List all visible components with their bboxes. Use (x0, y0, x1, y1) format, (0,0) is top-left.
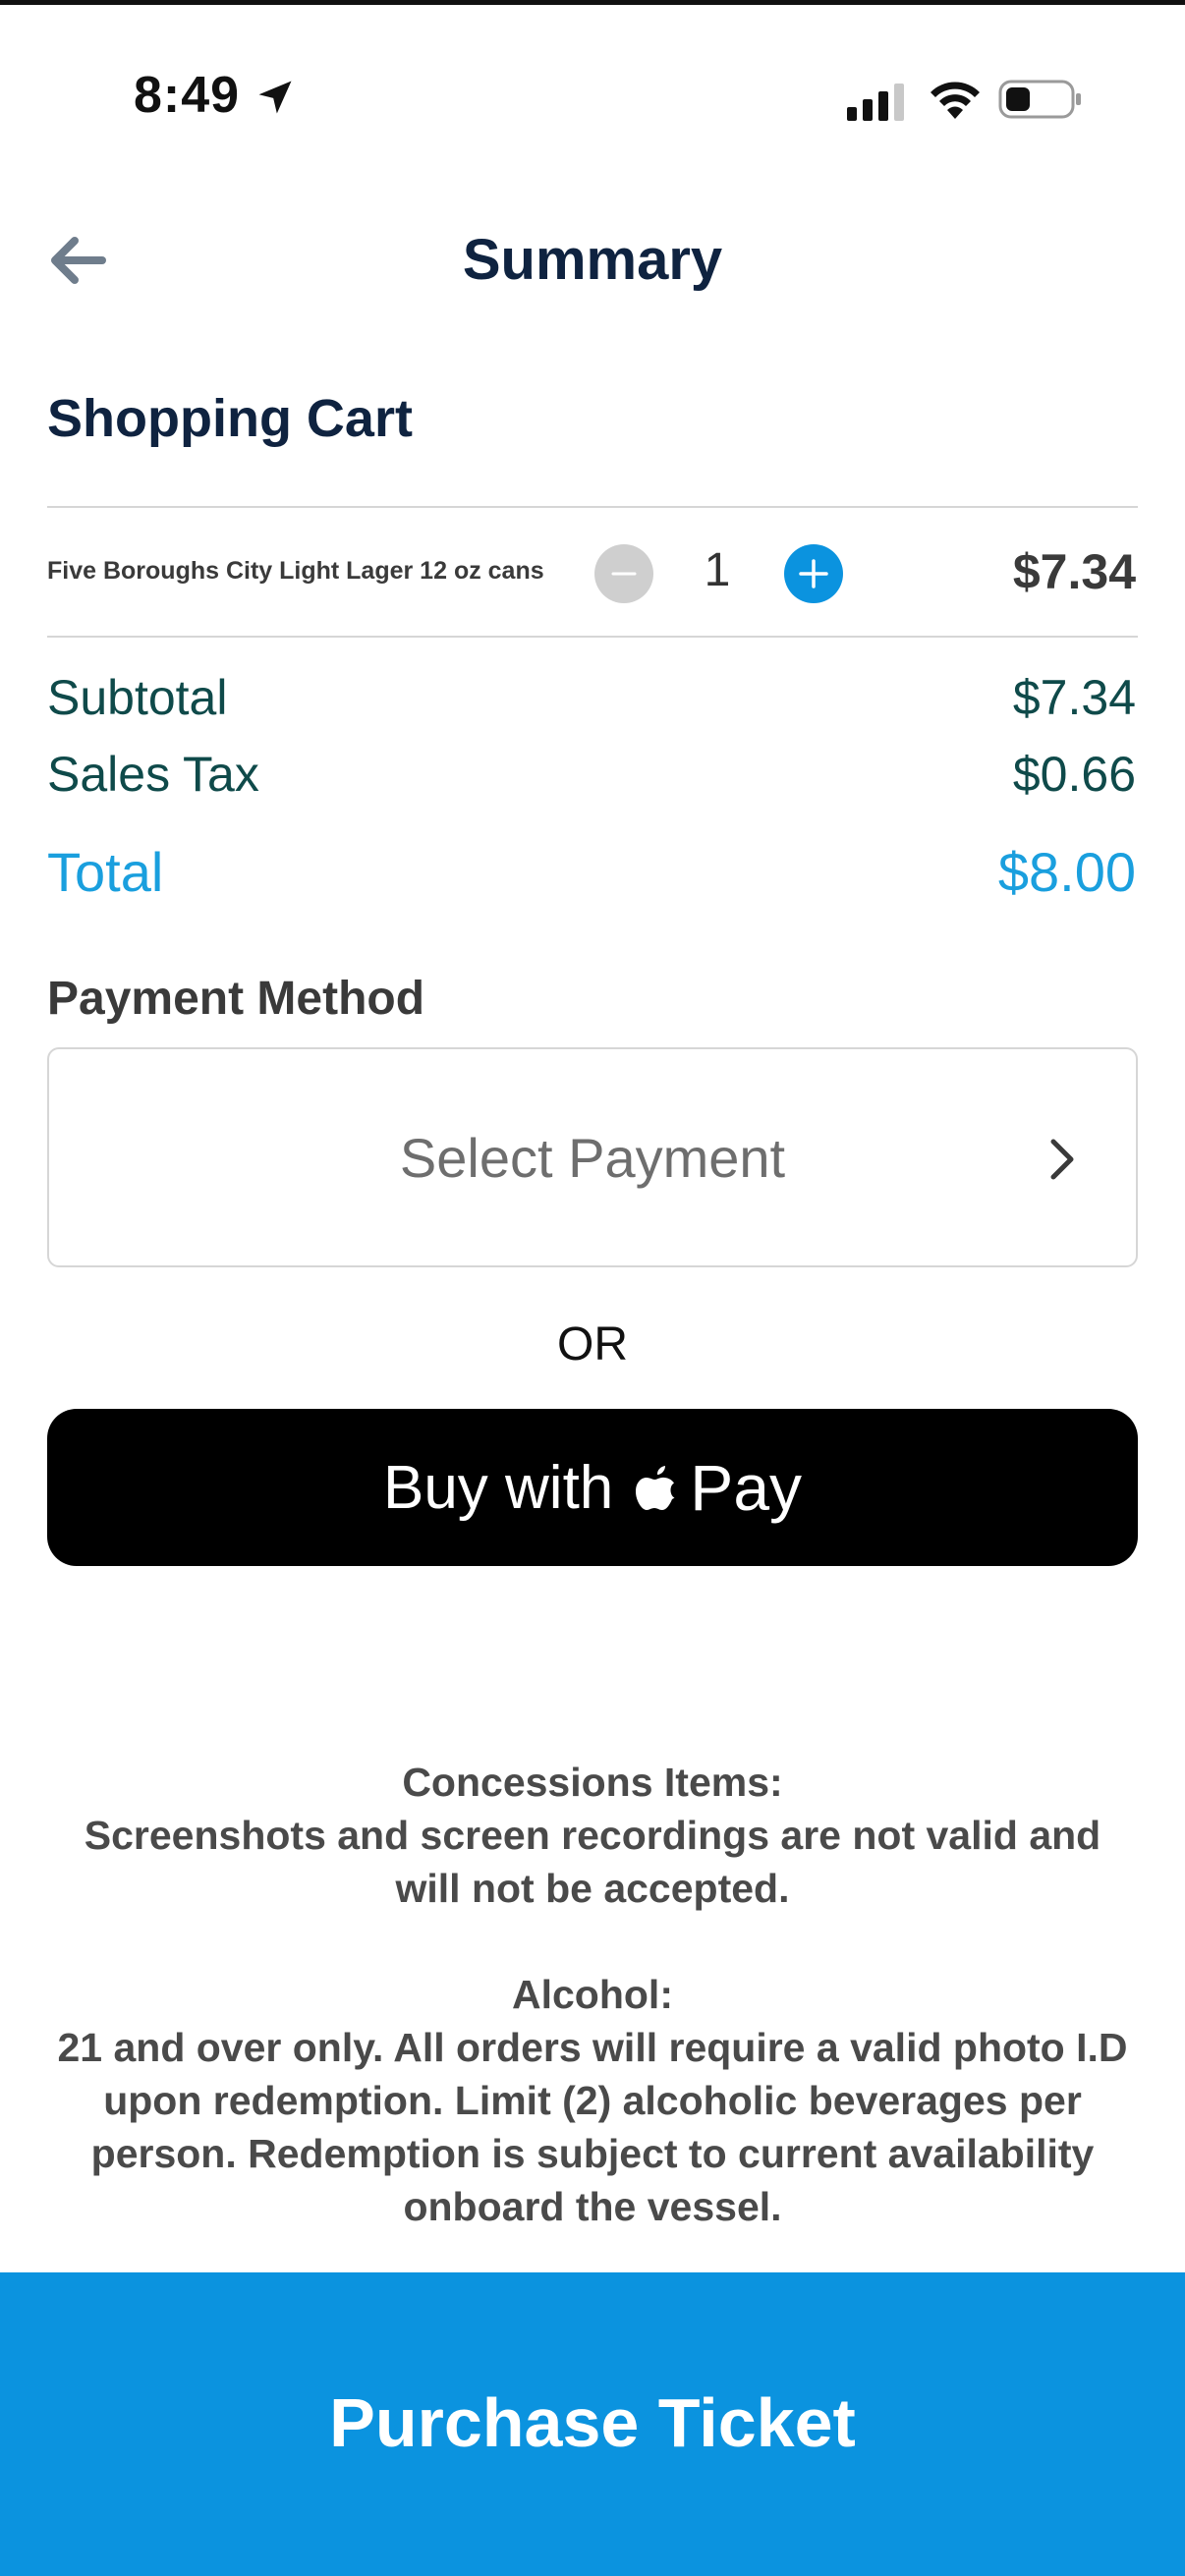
status-time: 8:49 (134, 67, 241, 124)
alcohol-title: Alcohol: (512, 1972, 673, 2017)
purchase-ticket-button[interactable]: Purchase Ticket (0, 2272, 1185, 2576)
chevron-right-icon (1050, 1139, 1074, 1180)
total-label: Total (47, 841, 164, 903)
page-title: Summary (462, 228, 723, 292)
total-value: $8.00 (997, 841, 1136, 903)
subtotal-label: Subtotal (47, 670, 228, 725)
cart-item-name: Five Boroughs City Light Lager 12 oz can… (47, 557, 544, 585)
concessions-notice: Concessions Items: Screenshots and scree… (49, 1756, 1136, 1915)
payment-method-heading: Payment Method (47, 973, 425, 1025)
concessions-body: Screenshots and screen recordings are no… (84, 1813, 1101, 1911)
quantity-value: 1 (704, 544, 731, 596)
apple-pay-prefix: Buy with (382, 1453, 614, 1522)
select-payment-button[interactable]: Select Payment (47, 1047, 1138, 1267)
cellular-signal-icon (847, 84, 904, 121)
location-arrow-icon (258, 81, 292, 114)
subtotal-value: $7.34 (1012, 670, 1136, 725)
increase-quantity-button[interactable] (784, 544, 843, 603)
decrease-quantity-button[interactable] (594, 544, 653, 603)
battery-icon (998, 80, 1081, 119)
alcohol-body: 21 and over only. All orders will requir… (57, 2025, 1128, 2229)
status-bar: 8:49 (0, 5, 1185, 192)
purchase-ticket-label: Purchase Ticket (329, 2384, 856, 2461)
alcohol-notice: Alcohol: 21 and over only. All orders wi… (49, 1968, 1136, 2233)
or-separator: OR (557, 1318, 628, 1371)
shopping-cart-heading: Shopping Cart (47, 389, 413, 448)
apple-logo-icon (636, 1466, 675, 1510)
minus-icon (611, 572, 637, 576)
cart-item-price: $7.34 (1012, 544, 1136, 599)
sales-tax-label: Sales Tax (47, 747, 259, 802)
apple-pay-word: Pay (690, 1451, 803, 1524)
concessions-title: Concessions Items: (402, 1760, 783, 1805)
sales-tax-value: $0.66 (1012, 747, 1136, 802)
plus-icon (799, 559, 828, 588)
divider (47, 636, 1138, 638)
select-payment-label: Select Payment (399, 1127, 786, 1189)
divider (47, 506, 1138, 508)
wifi-icon (931, 82, 980, 119)
summary-screen: 8:49 Summary Shopping Cart Five Boroughs (0, 0, 1185, 2576)
apple-pay-button[interactable]: Buy with Pay (47, 1409, 1138, 1566)
